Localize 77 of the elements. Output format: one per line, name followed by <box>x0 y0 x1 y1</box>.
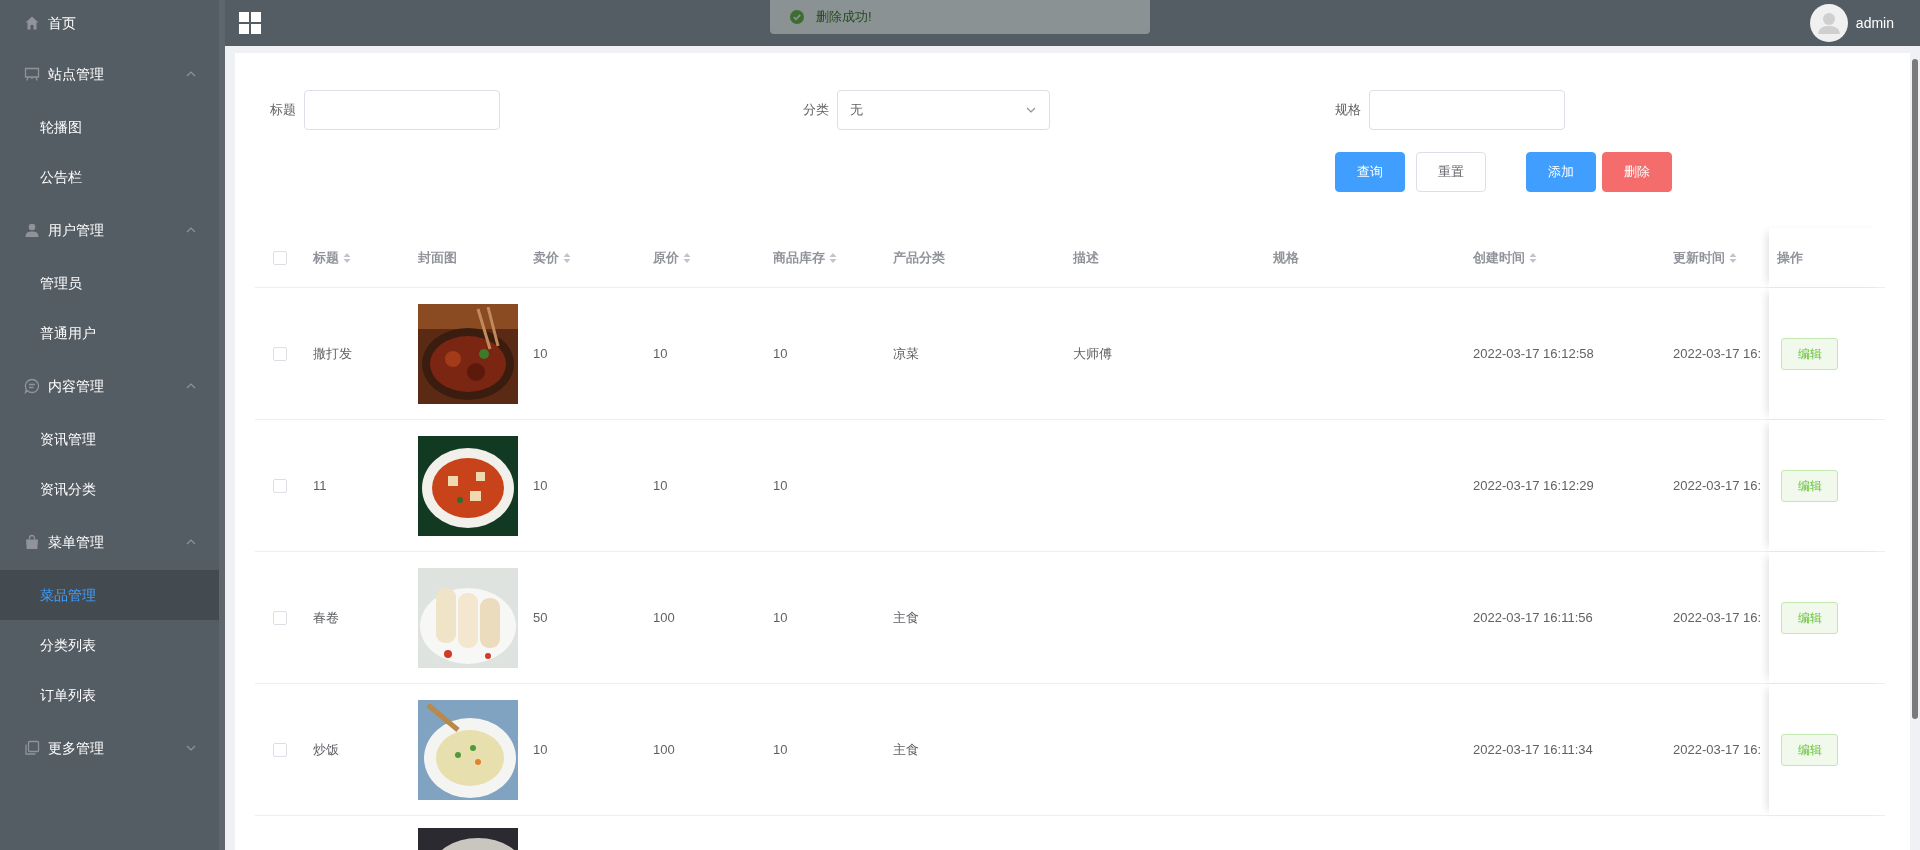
table-cell: 10 <box>773 345 788 361</box>
table-cell: 10 <box>653 345 668 361</box>
table-cell: 10 <box>773 741 788 757</box>
menu-item[interactable]: 资讯分类 <box>0 464 219 514</box>
table-cell: 100 <box>653 609 675 625</box>
avatar-icon[interactable] <box>1809 4 1848 42</box>
title-input[interactable] <box>304 90 500 130</box>
user-icon <box>24 222 40 238</box>
checkbox[interactable] <box>273 346 287 361</box>
table-cell: 2022-03-17 16: <box>1673 741 1762 757</box>
table-cell: 2022-03-17 16: <box>1673 477 1762 493</box>
menu-group-title[interactable]: 站点管理 <box>0 46 219 102</box>
table-cell: 主食 <box>893 609 919 625</box>
action-button[interactable]: 重置 <box>1416 152 1486 192</box>
chat-icon <box>24 378 40 394</box>
menu-group-title[interactable]: 内容管理 <box>0 358 219 414</box>
menu-item[interactable]: 资讯管理 <box>0 414 219 464</box>
spec-input[interactable] <box>1369 90 1565 130</box>
table-cell: 10 <box>533 345 548 361</box>
menu-item[interactable]: 订单列表 <box>0 670 219 720</box>
table-cell: 2022-03-17 16: <box>1673 345 1762 361</box>
table-cell: 2022-03-17 16: <box>1673 609 1762 625</box>
sort-icon[interactable] <box>683 251 691 264</box>
scrollbar-thumb[interactable] <box>1912 59 1918 719</box>
table-cell: 10 <box>773 477 788 493</box>
user-name[interactable]: admin <box>1855 12 1894 34</box>
filter-label: 分类 <box>803 101 829 120</box>
filter-label: 规格 <box>1335 101 1361 120</box>
success-icon <box>790 10 804 24</box>
table-cell: 10 <box>533 741 548 757</box>
table-cell: 2022-03-17 16:11:56 <box>1473 609 1593 625</box>
table-cell: 2022-03-17 16:12:58 <box>1473 345 1594 361</box>
column-header: 产品分类 <box>893 248 945 267</box>
table-cell: 撒打发 <box>313 345 352 361</box>
checkbox[interactable] <box>273 610 287 625</box>
table-cell: 2022-03-17 16:11:34 <box>1473 741 1593 757</box>
menu-group-title[interactable]: 更多管理 <box>0 720 219 776</box>
table-cell: 10 <box>773 609 788 625</box>
table-cell: 主食 <box>893 741 919 757</box>
menu-group-title[interactable]: 菜单管理 <box>0 514 219 570</box>
table-cell: 10 <box>653 477 668 493</box>
sort-icon[interactable] <box>343 251 351 264</box>
table-cell: 10 <box>533 477 548 493</box>
easel-icon <box>24 66 40 82</box>
home-icon <box>24 15 40 31</box>
menu-item[interactable]: 首页 <box>0 0 219 46</box>
table-cell: 11 <box>313 477 327 493</box>
table-cell: 炒饭 <box>313 741 339 757</box>
sort-icon[interactable] <box>829 251 837 264</box>
menu-group-title[interactable]: 用户管理 <box>0 202 219 258</box>
table-cell: 100 <box>653 741 675 757</box>
sort-icon[interactable] <box>1729 251 1737 264</box>
grid-menu-icon[interactable] <box>239 12 261 34</box>
column-header: 封面图 <box>418 248 457 267</box>
shopping-bag-icon <box>24 534 40 550</box>
table-cell: 大师傅 <box>1073 345 1112 361</box>
sort-icon[interactable] <box>563 251 571 264</box>
copy-icon <box>24 740 40 756</box>
category-select[interactable]: 无 <box>837 90 1050 130</box>
menu-item[interactable]: 管理员 <box>0 258 219 308</box>
table-cell: 50 <box>533 609 548 625</box>
checkbox[interactable] <box>273 250 287 265</box>
table-cell: 2022-03-17 16:12:29 <box>1473 477 1594 493</box>
menu-item[interactable]: 公告栏 <box>0 152 219 202</box>
column-header: 规格 <box>1273 248 1299 267</box>
table-cell: 春卷 <box>313 609 339 625</box>
menu-item[interactable]: 普通用户 <box>0 308 219 358</box>
sort-icon[interactable] <box>1529 251 1537 264</box>
table-cell: 凉菜 <box>893 345 919 361</box>
menu-item[interactable]: 轮播图 <box>0 102 219 152</box>
column-header: 操作 <box>1777 248 1803 267</box>
toast-text: 删除成功! <box>816 8 872 27</box>
checkbox[interactable] <box>273 478 287 493</box>
column-header: 描述 <box>1073 248 1099 267</box>
menu-item[interactable]: 分类列表 <box>0 620 219 670</box>
filter-label: 标题 <box>270 101 296 120</box>
checkbox[interactable] <box>273 742 287 757</box>
